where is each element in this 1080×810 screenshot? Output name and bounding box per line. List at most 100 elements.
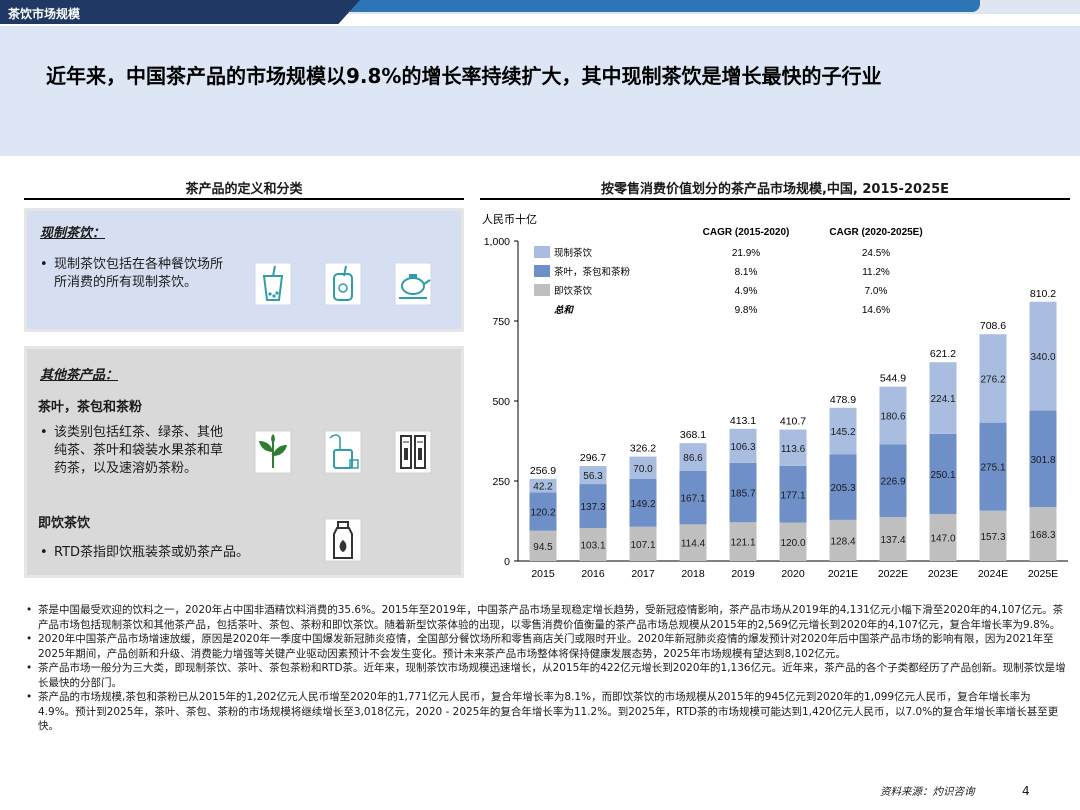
bar-value-label: 114.4 — [681, 539, 706, 550]
y-tick-label: 1,000 — [484, 236, 510, 248]
bar-value-label: 276.2 — [980, 374, 1005, 385]
bar-total-label: 621.2 — [930, 348, 956, 360]
chart-bars: 94.5 120.2 42.2 256.9 103.1 137.3 56.3 296.7 107… — [529, 288, 1057, 561]
note-paragraph: • 茶产品市场一般分为三大类，即现制茶饮、茶叶、茶包茶粉和RTD茶。近年来，现制茶… — [26, 661, 1066, 690]
legend-label: 总和 — [554, 304, 575, 316]
fruit-tea-jar-icon — [324, 262, 362, 306]
cagr-value: 7.0% — [865, 286, 888, 297]
bar-total-label: 810.2 — [1030, 288, 1056, 300]
note-bullet: • — [26, 633, 33, 645]
legend-swatch — [534, 246, 550, 258]
chart-legend: CAGR (2015-2020) CAGR (2020-2025E) 现制茶饮 21.… — [534, 227, 923, 316]
note-text: 茶是中国最受欢迎的饮料之一，2020年占中国非酒精饮料消费的35.6%。2015… — [38, 604, 1064, 631]
rtd-heading: 即饮茶饮 — [38, 516, 91, 531]
market-size-chart: 人民币十亿 0 250 500 750 1,000 2015 2016 2017 2018 2019… — [482, 212, 1068, 580]
page-number: 4 — [1022, 784, 1030, 798]
top-bar-blue-stripe — [350, 0, 980, 12]
bar-value-label: 145.2 — [830, 427, 855, 438]
x-tick-label: 2022E — [878, 568, 908, 580]
note-bullet: • — [26, 691, 33, 703]
bar-value-label: 137.3 — [580, 502, 605, 513]
bar-value-label: 275.1 — [980, 463, 1005, 474]
bar-value-label: 224.1 — [930, 394, 955, 405]
source-note: 资料来源：灼识咨询 — [880, 786, 975, 798]
page-title: 近年来，中国茶产品的市场规模以9.8%的增长率持续扩大，其中现制茶饮是增长最快的… — [46, 64, 882, 88]
bar-value-label: 120.0 — [780, 538, 805, 549]
fresh-tea-text: 现制茶饮包括在各种餐饮场所所消费的所有现制茶饮。 — [54, 257, 224, 290]
cagr-value: 11.2% — [862, 267, 890, 278]
bar-value-label: 226.9 — [880, 477, 905, 488]
legend-swatch — [534, 284, 550, 296]
x-tick-label: 2020 — [781, 568, 805, 580]
x-tick-label: 2024E — [978, 568, 1008, 580]
y-axis-label: 人民币十亿 — [482, 212, 537, 226]
bottled-tea-icon — [324, 518, 362, 562]
x-tick-label: 2017 — [631, 568, 655, 580]
x-tick-label: 2021E — [828, 568, 858, 580]
bar-value-label: 157.3 — [980, 532, 1005, 543]
leaf-bag-powder-bullet: • 该类别包括红茶、绿茶、其他纯茶、茶叶和袋装水果茶和草药茶，以及速溶奶茶粉。 — [40, 425, 224, 476]
bar-value-label: 301.8 — [1030, 455, 1055, 466]
note-text: 2020年中国茶产品市场增速放缓，原因是2020年一季度中国爆发新冠肺炎疫情，全… — [38, 633, 1054, 660]
legend-label: 茶叶，茶包和茶粉 — [554, 266, 631, 278]
bar-total-label: 296.7 — [580, 452, 606, 464]
bar-value-label: 147.0 — [930, 533, 955, 544]
bar-value-label: 120.2 — [530, 508, 555, 519]
bar-value-label: 121.1 — [730, 538, 755, 549]
tea-leaf-icon — [254, 430, 292, 474]
rtd-text: RTD茶指即饮瓶装茶或奶茶产品。 — [54, 545, 250, 560]
y-tick-label: 250 — [492, 476, 510, 488]
note-paragraph: • 茶产品的市场规模,茶包和茶粉已从2015年的1,202亿元人民币增至2020年… — [26, 690, 1066, 734]
bar-total-label: 368.1 — [680, 429, 706, 441]
bar-value-label: 128.4 — [830, 536, 855, 547]
bar-value-label: 103.1 — [580, 541, 605, 552]
bar-value-label: 113.6 — [781, 444, 806, 455]
bar-value-label: 180.6 — [880, 412, 905, 423]
section-tag: 茶饮市场规模 — [8, 7, 81, 21]
legend-label: 即饮茶饮 — [554, 285, 593, 297]
cagr-value: 9.8% — [735, 305, 758, 316]
bar-value-label: 137.4 — [880, 535, 905, 546]
leaf-bag-powder-heading: 茶叶，茶包和茶粉 — [38, 400, 143, 415]
bar-value-label: 149.2 — [630, 499, 655, 510]
cagr-value: 14.6% — [862, 305, 890, 316]
note-text: 茶产品的市场规模,茶包和茶粉已从2015年的1,202亿元人民币增至2020年的… — [38, 691, 1059, 732]
other-tea-heading: 其他茶产品： — [40, 368, 119, 383]
bar-value-label: 168.3 — [1030, 530, 1055, 541]
cagr-value: 8.1% — [735, 267, 758, 278]
y-tick-label: 750 — [492, 316, 510, 328]
chart-title: 按零售消费价值划分的茶产品市场规模,中国, 2015-2025E — [600, 182, 950, 197]
cagr-value: 21.9% — [732, 248, 760, 259]
y-tick-label: 500 — [492, 396, 510, 408]
bar-value-label: 340.0 — [1030, 352, 1055, 363]
bar-value-label: 107.1 — [630, 540, 655, 551]
bar-total-label: 478.9 — [830, 394, 856, 406]
bar-value-label: 250.1 — [930, 470, 955, 481]
tea-bag-icon — [324, 430, 362, 474]
note-bullet: • — [26, 604, 33, 616]
leaf-bag-powder-text: 该类别包括红茶、绿茶、其他纯茶、茶叶和袋装水果茶和草药茶，以及速溶奶茶粉。 — [54, 425, 224, 476]
bar-value-label: 177.1 — [780, 490, 805, 501]
bar-value-label: 205.3 — [830, 483, 855, 494]
cagr-value: 24.5% — [862, 248, 890, 259]
bar-value-label: 42.2 — [533, 482, 553, 493]
y-tick-label: 0 — [504, 556, 510, 568]
note-bullet: • — [26, 662, 33, 674]
bar-total-label: 410.7 — [780, 416, 806, 428]
bar-total-label: 413.1 — [730, 415, 756, 427]
bar-total-label: 326.2 — [630, 443, 656, 455]
note-text: 茶产品市场一般分为三大类，即现制茶饮、茶叶、茶包茶粉和RTD茶。近年来，现制茶饮… — [38, 662, 1066, 689]
left-panel-title: 茶产品的定义和分类 — [185, 182, 303, 197]
bar-total-label: 256.9 — [530, 465, 556, 477]
tea-powder-sachet-icon — [394, 430, 432, 474]
legend-swatch — [534, 265, 550, 277]
headline-band — [0, 26, 1080, 156]
bar-total-label: 544.9 — [880, 373, 906, 385]
legend-label: 现制茶饮 — [554, 247, 593, 259]
fresh-tea-heading: 现制茶饮： — [40, 226, 106, 241]
bar-value-label: 185.7 — [730, 489, 755, 500]
bar-value-label: 167.1 — [680, 494, 705, 505]
x-tick-label: 2025E — [1028, 568, 1058, 580]
cagr-header: CAGR (2015-2020) — [703, 227, 790, 238]
cagr-header: CAGR (2020-2025E) — [829, 227, 922, 238]
